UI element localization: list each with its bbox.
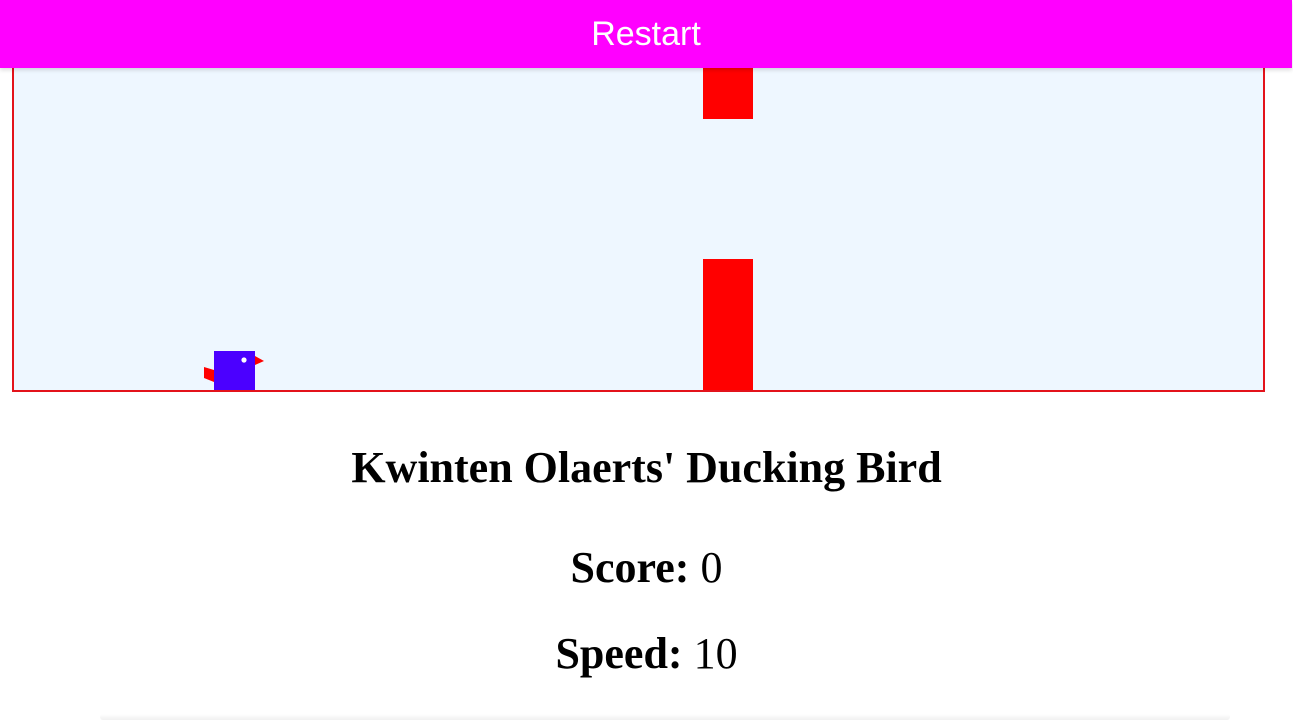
speed-label: Speed: xyxy=(555,629,683,678)
bottom-shadow xyxy=(100,714,1230,720)
bird-body xyxy=(214,351,255,390)
bird-tail xyxy=(204,367,214,382)
pipe-bottom xyxy=(703,259,753,390)
score-value: 0 xyxy=(700,543,723,592)
speed-display: Speed: 10 xyxy=(0,626,1293,682)
bird-sprite xyxy=(204,351,264,390)
bird-eye xyxy=(241,357,247,363)
speed-value: 10 xyxy=(693,629,738,678)
bird-beak xyxy=(255,356,264,365)
restart-button[interactable]: Restart xyxy=(0,0,1292,68)
score-display: Score: 0 xyxy=(0,540,1293,596)
game-title: Kwinten Olaerts' Ducking Bird xyxy=(351,443,942,492)
score-label: Score: xyxy=(570,543,690,592)
